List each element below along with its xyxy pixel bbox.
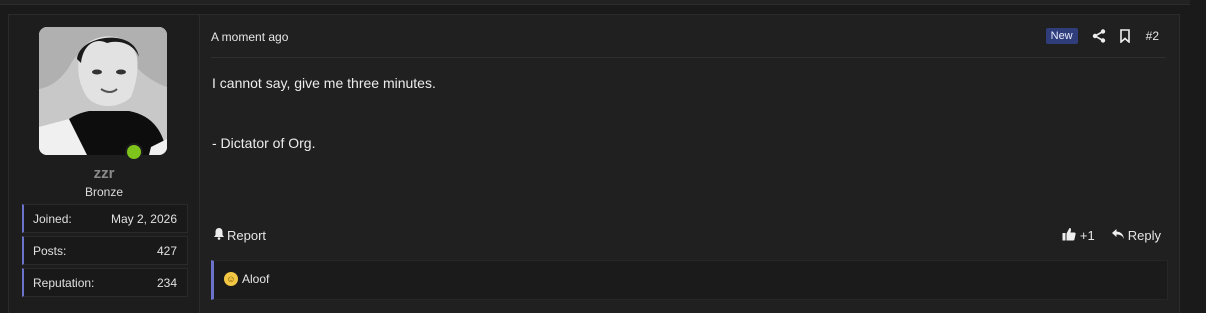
post-content: A moment ago New #2 I cannot say, give m… (200, 15, 1179, 313)
header-divider (211, 57, 1166, 58)
post-timestamp[interactable]: A moment ago (211, 30, 288, 44)
post-actions: +1 Reply (1062, 227, 1161, 244)
stat-label: Joined: (33, 212, 72, 226)
like-button[interactable]: +1 (1062, 227, 1095, 244)
post-signature: - Dictator of Org. (212, 135, 316, 151)
bookmark-icon[interactable] (1116, 27, 1134, 45)
stat-label: Reputation: (33, 276, 95, 290)
report-button[interactable]: Report (213, 227, 266, 243)
reactions-bar[interactable]: ☺ Aloof (211, 260, 1168, 300)
reply-label: Reply (1127, 228, 1161, 243)
stat-reputation: Reputation: 234 (22, 268, 188, 297)
previous-post-edge (0, 0, 1190, 5)
stat-label: Posts: (33, 244, 67, 258)
stat-posts: Posts: 427 (22, 236, 188, 265)
forum-post: zzr Bronze Joined: May 2, 2026 Posts: 42… (8, 14, 1180, 313)
thumbs-up-icon (1062, 227, 1076, 244)
username[interactable]: zzr (9, 165, 199, 182)
online-status-indicator (125, 143, 143, 161)
stat-value: 427 (156, 244, 177, 258)
avatar[interactable] (39, 27, 167, 155)
stat-joined: Joined: May 2, 2026 (22, 204, 188, 233)
bell-icon (213, 227, 225, 243)
new-badge: New (1045, 28, 1078, 44)
post-header-actions: New #2 (1045, 26, 1159, 46)
share-icon[interactable] (1090, 27, 1108, 45)
post-body: I cannot say, give me three minutes. (212, 75, 436, 91)
avatar-container[interactable] (39, 27, 167, 161)
post-number[interactable]: #2 (1146, 29, 1159, 43)
reply-button[interactable]: Reply (1111, 228, 1161, 243)
stat-value: 234 (156, 276, 177, 290)
user-rank: Bronze (84, 185, 124, 199)
user-info-column: zzr Bronze Joined: May 2, 2026 Posts: 42… (9, 15, 200, 313)
emoji-icon: ☺ (224, 272, 238, 286)
reply-icon (1111, 228, 1125, 243)
stat-value: May 2, 2026 (110, 212, 177, 226)
report-label: Report (227, 227, 267, 243)
like-count: +1 (1079, 228, 1095, 243)
reaction-user[interactable]: Aloof (242, 272, 269, 286)
